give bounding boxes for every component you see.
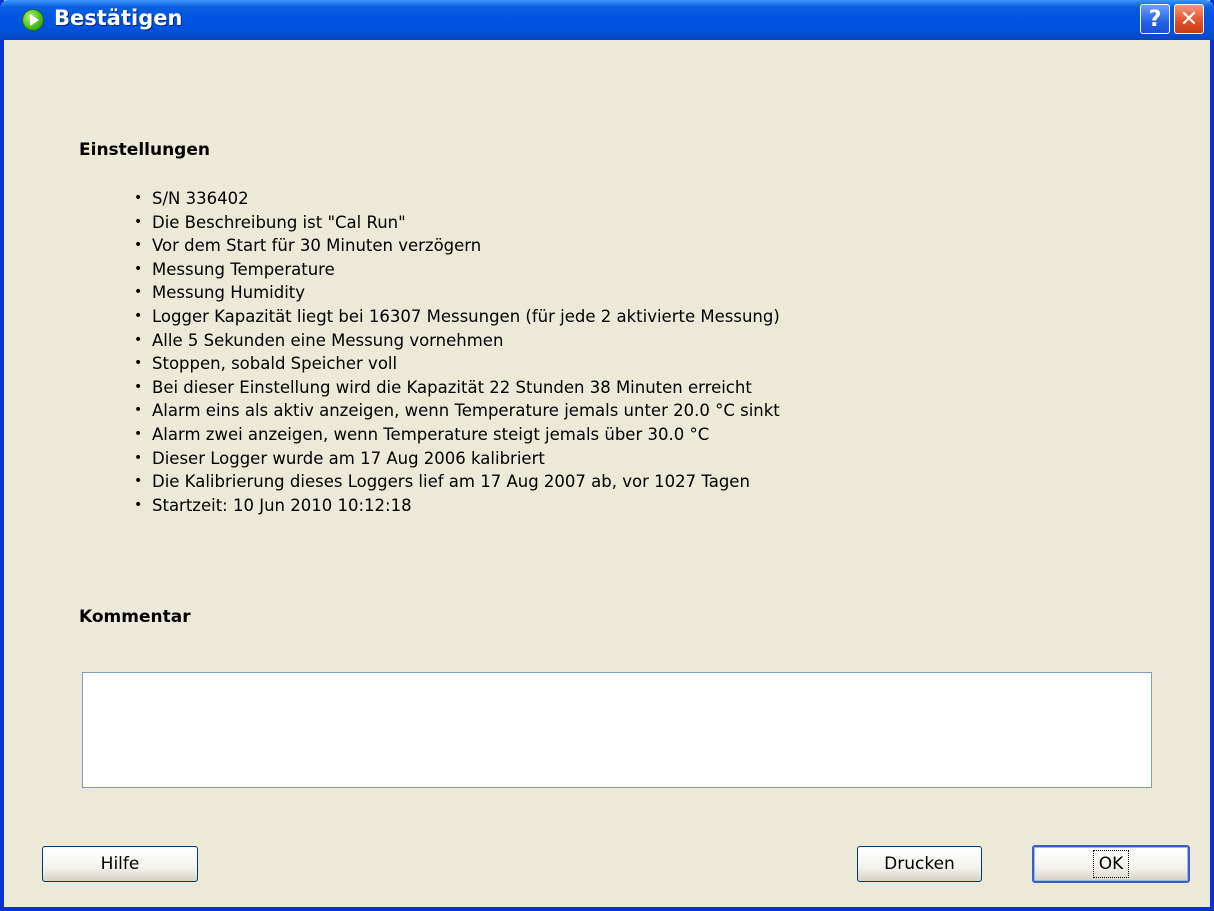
help-button[interactable]: Hilfe xyxy=(42,846,198,882)
comment-heading: Kommentar xyxy=(79,607,191,627)
settings-item: Alarm eins als aktiv anzeigen, wenn Temp… xyxy=(132,399,780,423)
ok-button-label: OK xyxy=(1092,850,1130,878)
settings-item: Die Beschreibung ist "Cal Run" xyxy=(132,211,780,235)
settings-item: Alarm zwei anzeigen, wenn Temperature st… xyxy=(132,423,780,447)
settings-item: Messung Temperature xyxy=(132,258,780,282)
settings-item: Stoppen, sobald Speicher voll xyxy=(132,352,780,376)
close-button[interactable]: ✕ xyxy=(1174,4,1204,34)
settings-item: S/N 336402 xyxy=(132,187,780,211)
settings-item: Alle 5 Sekunden eine Messung vornehmen xyxy=(132,329,780,353)
settings-item: Messung Humidity xyxy=(132,281,780,305)
settings-item: Dieser Logger wurde am 17 Aug 2006 kalib… xyxy=(132,447,780,471)
help-title-button[interactable]: ? xyxy=(1140,4,1170,34)
comment-textarea[interactable] xyxy=(82,672,1152,788)
settings-heading: Einstellungen xyxy=(79,140,210,160)
dialog-window: Bestätigen ? ✕ Einstellungen S/N 336402 … xyxy=(0,0,1214,911)
settings-item: Die Kalibrierung dieses Loggers lief am … xyxy=(132,470,780,494)
settings-list: S/N 336402 Die Beschreibung ist "Cal Run… xyxy=(132,187,780,517)
window-title: Bestätigen xyxy=(54,6,183,30)
print-button[interactable]: Drucken xyxy=(857,846,982,882)
title-bar[interactable]: Bestätigen ? ✕ xyxy=(0,0,1214,40)
settings-item: Logger Kapazität liegt bei 16307 Messung… xyxy=(132,305,780,329)
settings-item: Bei dieser Einstellung wird die Kapazitä… xyxy=(132,376,780,400)
ok-button[interactable]: OK xyxy=(1032,845,1190,883)
settings-item: Startzeit: 10 Jun 2010 10:12:18 xyxy=(132,494,780,518)
play-icon xyxy=(22,9,44,31)
settings-item: Vor dem Start für 30 Minuten verzögern xyxy=(132,234,780,258)
